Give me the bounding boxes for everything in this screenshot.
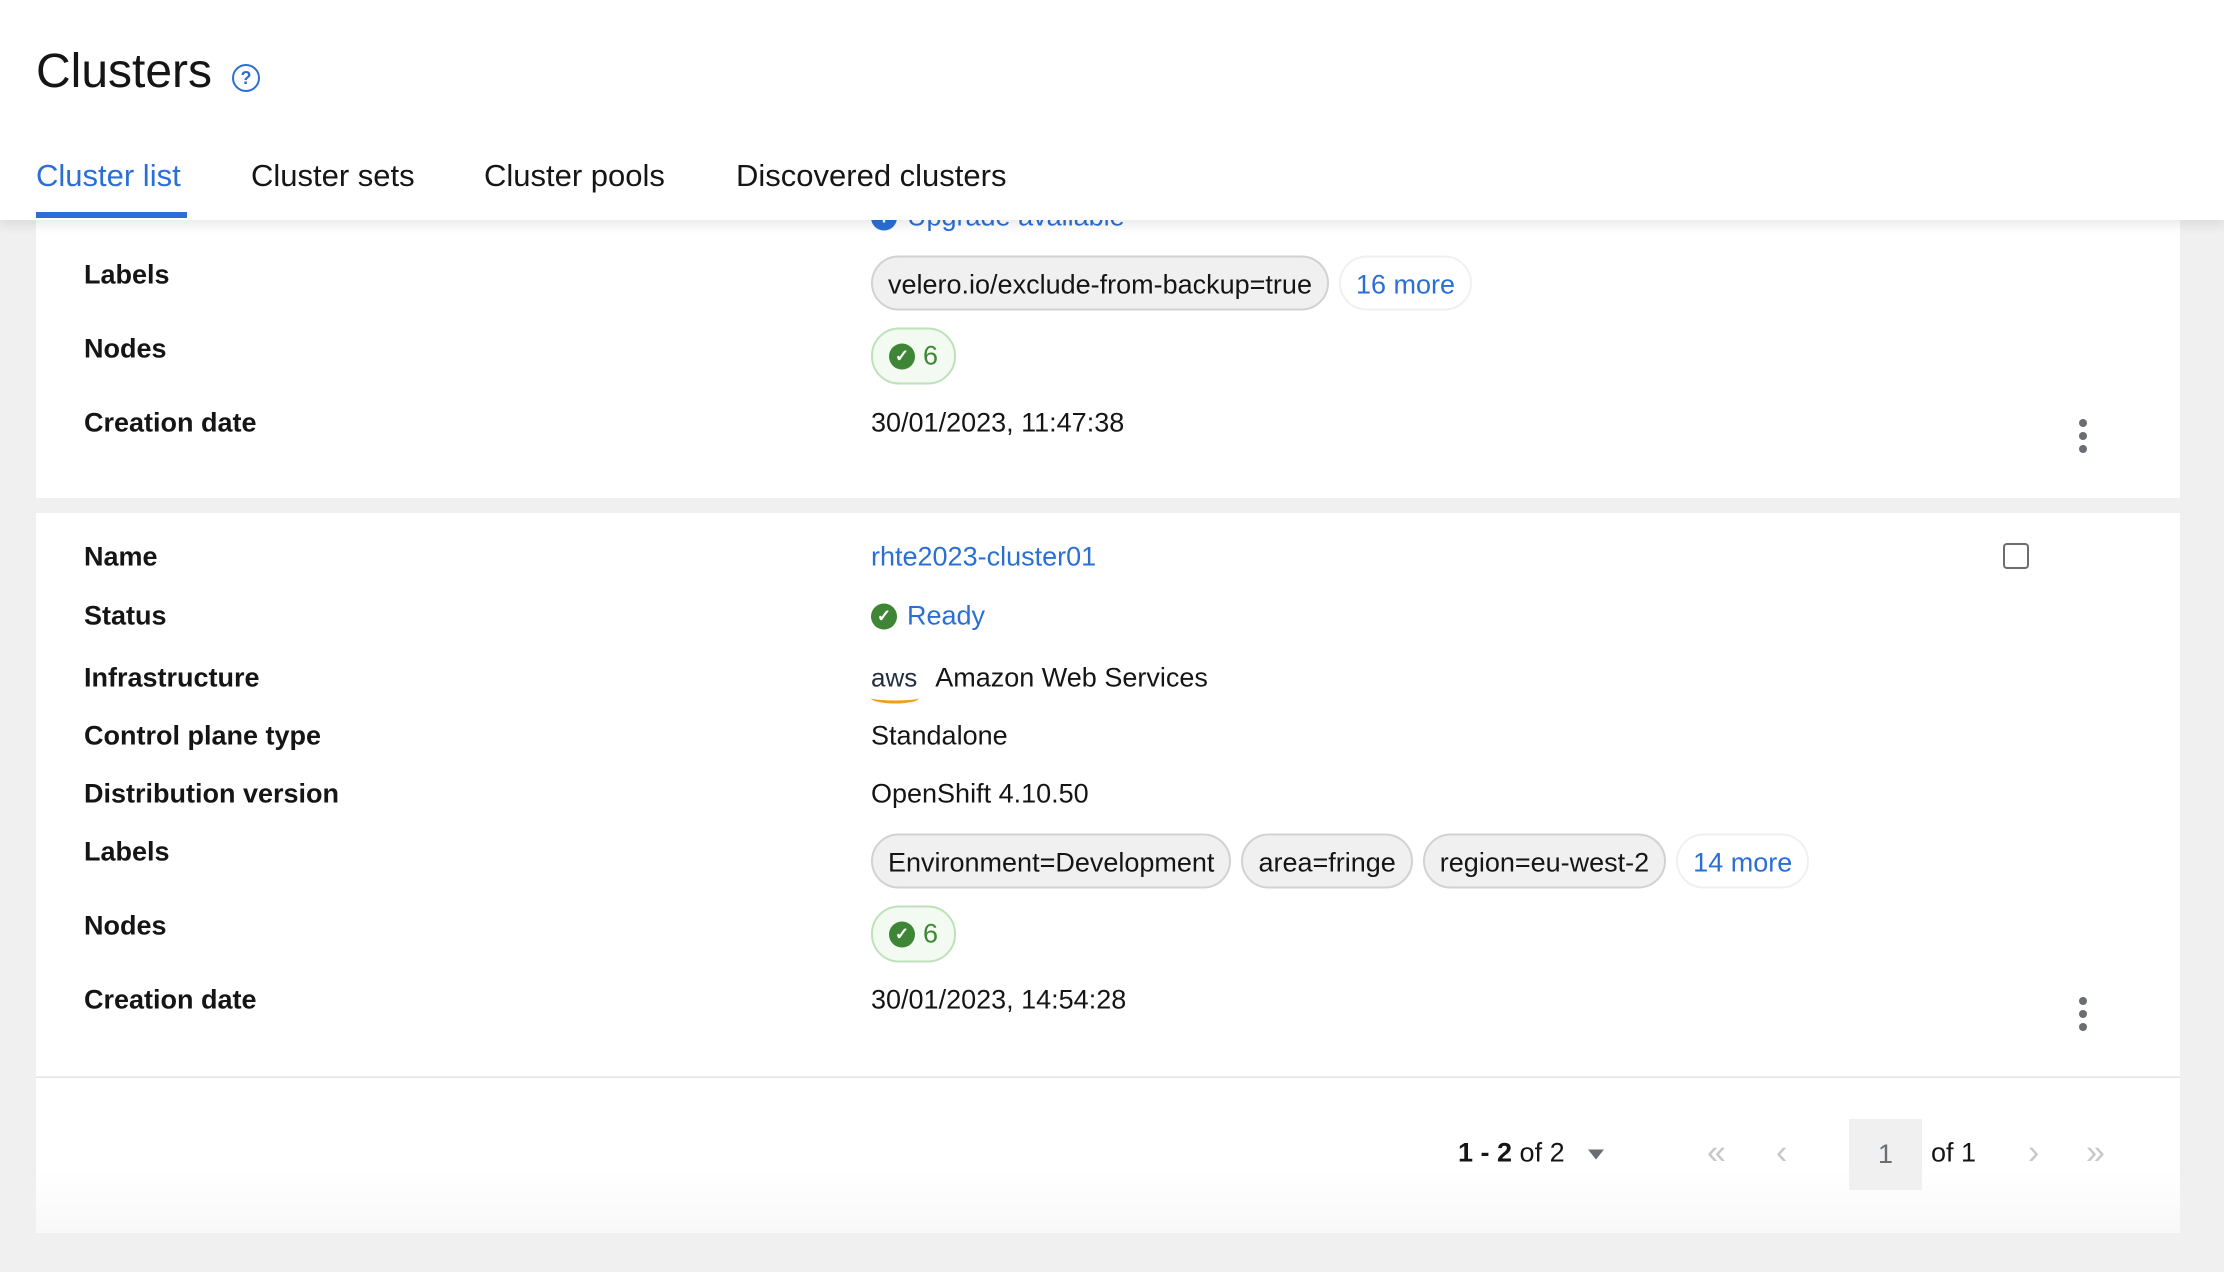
- infrastructure-value: aws Amazon Web Services: [871, 662, 1208, 704]
- creation-date-value: 30/01/2023, 14:54:28: [871, 984, 1127, 1015]
- next-page-icon[interactable]: ›: [2028, 1134, 2039, 1173]
- labels-label: Labels: [84, 259, 170, 290]
- label-chip: Environment=Development: [871, 833, 1232, 889]
- more-labels-button[interactable]: 14 more: [1676, 833, 1810, 889]
- active-tab-indicator: [36, 212, 187, 218]
- status-label: Status: [84, 600, 167, 631]
- creation-date-label: Creation date: [84, 407, 257, 438]
- label-chip: velero.io/exclude-from-backup=true: [871, 255, 1329, 311]
- nodes-count: 6: [923, 918, 939, 949]
- nodes-badge[interactable]: ✓ 6: [871, 327, 957, 385]
- status-text: Ready: [907, 600, 986, 631]
- question-circle-icon[interactable]: ?: [232, 64, 260, 92]
- caret-down-icon: [1588, 1149, 1605, 1160]
- check-circle-icon: ✓: [871, 603, 897, 629]
- labels-value: Environment=Development area=fringe regi…: [871, 833, 1810, 889]
- nodes-value: ✓ 6: [871, 327, 957, 385]
- tab-discovered-clusters[interactable]: Discovered clusters: [736, 158, 1006, 194]
- cluster-name-link[interactable]: rhte2023-cluster01: [871, 542, 1096, 573]
- first-page-icon[interactable]: «: [1707, 1134, 1726, 1173]
- kebab-menu-icon[interactable]: [2078, 419, 2088, 453]
- nodes-badge[interactable]: ✓ 6: [871, 905, 957, 963]
- nodes-label: Nodes: [84, 910, 167, 941]
- check-circle-icon: ✓: [889, 343, 915, 369]
- aws-logo-icon: aws: [871, 662, 920, 704]
- cluster-card-1: [36, 190, 2180, 498]
- last-page-icon[interactable]: »: [2086, 1134, 2105, 1173]
- aws-logo-text: aws: [871, 662, 918, 693]
- labels-label: Labels: [84, 836, 170, 867]
- labels-value: velero.io/exclude-from-backup=true 16 mo…: [871, 255, 1473, 311]
- tab-cluster-pools[interactable]: Cluster pools: [484, 158, 665, 194]
- name-label: Name: [84, 541, 158, 572]
- more-labels-button[interactable]: 16 more: [1338, 255, 1473, 311]
- distribution-label: Distribution version: [84, 778, 340, 809]
- page-number-input[interactable]: 1: [1849, 1119, 1922, 1190]
- per-page-toggle[interactable]: 1 - 2 of 2: [1458, 1137, 1605, 1169]
- nodes-value: ✓ 6: [871, 905, 957, 963]
- nodes-count: 6: [923, 340, 939, 371]
- tab-cluster-list[interactable]: Cluster list: [36, 158, 181, 194]
- control-plane-label: Control plane type: [84, 720, 322, 751]
- distribution-value: OpenShift 4.10.50: [871, 778, 1089, 809]
- range-text: 1 - 2: [1458, 1137, 1513, 1168]
- infrastructure-text: Amazon Web Services: [935, 662, 1208, 693]
- kebab-menu-icon[interactable]: [2078, 997, 2088, 1031]
- total-text: of 2: [1519, 1137, 1565, 1168]
- previous-page-icon[interactable]: ‹: [1776, 1134, 1787, 1173]
- tab-cluster-sets[interactable]: Cluster sets: [251, 158, 415, 194]
- creation-date-value: 30/01/2023, 11:47:38: [871, 407, 1125, 438]
- page-title: Clusters: [36, 45, 213, 98]
- label-chip: region=eu-west-2: [1422, 833, 1667, 889]
- label-chip: area=fringe: [1241, 833, 1413, 889]
- status-value[interactable]: ✓ Ready: [871, 601, 985, 632]
- infrastructure-label: Infrastructure: [84, 662, 260, 693]
- page-header: Clusters ? Cluster list Cluster sets Clu…: [0, 0, 2224, 220]
- check-circle-icon: ✓: [889, 921, 915, 947]
- page-count: of 1: [1931, 1137, 1977, 1168]
- select-cluster-checkbox[interactable]: [2003, 543, 2029, 569]
- control-plane-value: Standalone: [871, 720, 1008, 751]
- creation-date-label: Creation date: [84, 984, 257, 1015]
- nodes-label: Nodes: [84, 333, 167, 364]
